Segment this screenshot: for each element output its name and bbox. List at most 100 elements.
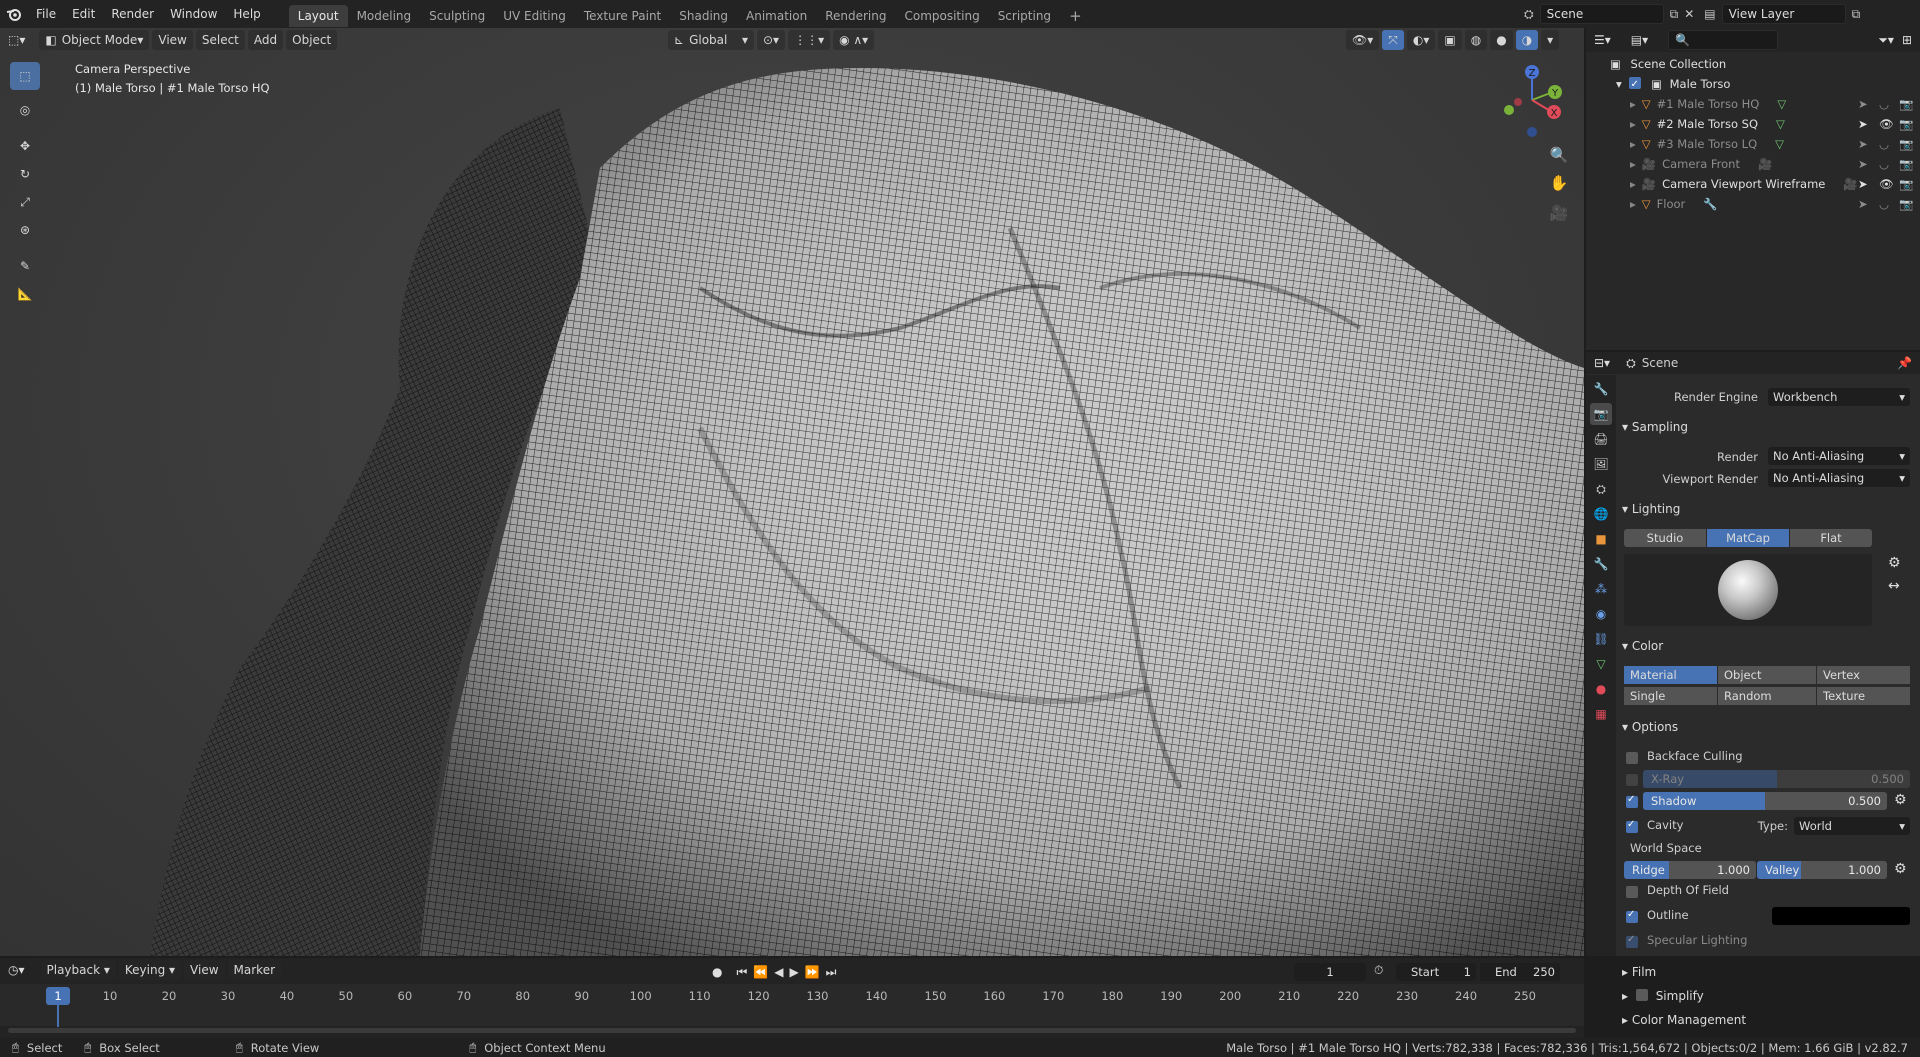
simplify-panel-header[interactable]: ▸ Simplify (1622, 986, 1912, 1006)
cavity-checkbox[interactable] (1626, 819, 1638, 833)
shadow-checkbox[interactable] (1626, 794, 1638, 808)
collection-row-male-torso[interactable]: ▾ ▣ Male Torso (1586, 74, 1920, 95)
collection-checkbox[interactable] (1629, 75, 1642, 95)
timeline-scrollbar[interactable] (8, 1028, 1576, 1033)
properties-editor-icon[interactable]: ⊟▾ (1594, 356, 1610, 370)
outliner-item-row[interactable]: ▸ ▽ Floor 🔧 ➤ ◡ 📷 (1586, 194, 1920, 214)
stopwatch-icon[interactable]: ⏱ (1374, 963, 1383, 978)
jump-start-icon[interactable]: ⏮ (736, 965, 747, 980)
current-frame-field[interactable]: 1 (1294, 963, 1366, 981)
menu-select[interactable]: Select (195, 30, 245, 50)
snap-icon[interactable]: ⋮⋮▾ (788, 30, 831, 50)
lighting-flat-button[interactable]: Flat (1790, 529, 1872, 547)
timeline-editor-icon[interactable]: ◷▾ (8, 963, 25, 977)
menu-render[interactable]: Render (103, 0, 162, 28)
selectable-arrow-icon[interactable]: ➤ (1858, 94, 1868, 114)
color-panel-header[interactable]: ▾ Color (1622, 636, 1912, 656)
jump-end-icon[interactable]: ⏭ (826, 965, 837, 980)
render-camera-icon[interactable]: 📷 (1899, 94, 1913, 114)
tab-animation[interactable]: Animation (737, 5, 816, 27)
tab-compositing[interactable]: Compositing (895, 5, 988, 27)
xray-checkbox[interactable] (1626, 774, 1638, 786)
cursor-tool-icon[interactable]: ◎ (10, 96, 40, 124)
gizmo-neg-y[interactable] (1504, 105, 1514, 115)
material-tab-icon[interactable]: ● (1590, 678, 1612, 700)
visibility-eye-icon[interactable]: ◡ (1879, 154, 1889, 174)
tab-sculpting[interactable]: Sculpting (420, 5, 494, 27)
xray-toggle-icon[interactable]: ▣ (1438, 30, 1462, 50)
outliner-item-row[interactable]: ▸ ▽ #2 Male Torso SQ ▽ ➤ 👁 📷 (1586, 114, 1920, 134)
playhead-frame-badge[interactable]: 1 (46, 987, 70, 1005)
transform-tool-icon[interactable]: ⊛ (10, 216, 40, 244)
modifier-tab-icon[interactable]: 🔧 (1590, 553, 1612, 575)
wireframe-shading-icon[interactable]: ◍ (1464, 30, 1488, 50)
render-tab-icon[interactable]: 📷 (1590, 403, 1612, 425)
color-vertex-button[interactable]: Vertex (1817, 666, 1910, 684)
selectable-arrow-icon[interactable]: ➤ (1858, 134, 1868, 154)
simplify-checkbox[interactable] (1635, 989, 1648, 1001)
selectable-arrow-icon[interactable]: ➤ (1858, 194, 1868, 214)
view-layer-tab-icon[interactable]: 🖼 (1590, 453, 1612, 475)
menu-window[interactable]: Window (162, 0, 225, 28)
navigation-gizmo[interactable]: Z Y X (1496, 62, 1566, 142)
color-object-button[interactable]: Object (1718, 666, 1816, 684)
end-frame-field[interactable]: End 250 (1480, 963, 1560, 981)
solid-shading-icon[interactable]: ● (1490, 30, 1513, 50)
scene-field[interactable]: Scene (1539, 4, 1664, 24)
valley-slider[interactable]: Valley 1.000 (1757, 861, 1887, 879)
keying-menu[interactable]: Keying ▾ (118, 960, 182, 980)
visibility-eye-icon[interactable]: ◡ (1879, 134, 1889, 154)
zoom-icon[interactable]: 🔍 (1546, 146, 1572, 174)
shadow-slider[interactable]: Shadow 0.500 (1643, 792, 1887, 810)
cavity-settings-gear-icon[interactable]: ⚙ (1894, 861, 1907, 877)
expand-arrow-icon[interactable]: ▸ (1630, 117, 1636, 131)
outliner-search-input[interactable]: 🔍 (1668, 30, 1779, 50)
object-mode-dropdown[interactable]: ◧ Object Mode ▾ (39, 30, 150, 50)
start-frame-field[interactable]: Start 1 (1396, 963, 1476, 981)
color-texture-button[interactable]: Texture (1817, 687, 1910, 705)
transform-orientation-dropdown[interactable]: ⊾ Global ▾ (668, 30, 754, 50)
outliner-item-row[interactable]: ▸ 🎥 Camera Front 🎥 ➤ ◡ 📷 (1586, 154, 1920, 174)
film-panel-header[interactable]: ▸ Film (1622, 962, 1912, 982)
menu-add[interactable]: Add (247, 30, 284, 50)
matcap-settings-gear-icon[interactable]: ⚙ (1888, 555, 1901, 571)
menu-view[interactable]: View (152, 30, 193, 50)
object-tab-icon[interactable]: ■ (1590, 528, 1612, 550)
tab-shading[interactable]: Shading (670, 5, 737, 27)
rotate-tool-icon[interactable]: ↻ (10, 160, 40, 188)
pivot-icon[interactable]: ⊙▾ (757, 30, 786, 50)
select-box-tool-icon[interactable]: ⬚ (10, 62, 40, 90)
shadow-settings-gear-icon[interactable]: ⚙ (1894, 792, 1907, 808)
add-workspace-button[interactable]: + (1060, 5, 1091, 27)
collapse-arrow-icon[interactable]: ▾ (1616, 77, 1622, 91)
new-scene-icon[interactable]: ⧉ (1670, 7, 1679, 22)
tab-scripting[interactable]: Scripting (989, 5, 1060, 27)
texture-tab-icon[interactable]: ▦ (1590, 703, 1612, 725)
tab-rendering[interactable]: Rendering (816, 5, 895, 27)
depth-of-field-checkbox[interactable] (1626, 886, 1638, 898)
sampling-render-dropdown[interactable]: No Anti-Aliasing ▾ (1768, 447, 1910, 465)
measure-tool-icon[interactable]: 📐 (10, 280, 40, 308)
color-single-button[interactable]: Single (1624, 687, 1717, 705)
blender-logo-icon[interactable] (0, 0, 28, 28)
selectable-arrow-icon[interactable]: ➤ (1858, 154, 1868, 174)
specular-checkbox[interactable] (1626, 934, 1638, 948)
render-camera-icon[interactable]: 📷 (1899, 134, 1913, 154)
render-camera-icon[interactable]: 📷 (1899, 154, 1913, 174)
gizmo-neg-z[interactable] (1527, 127, 1537, 137)
timeline-view-menu[interactable]: View (184, 960, 225, 980)
xray-slider[interactable]: X-Ray 0.500 (1643, 770, 1910, 788)
play-reverse-icon[interactable]: ◀ (774, 965, 783, 979)
expand-arrow-icon[interactable]: ▸ (1630, 197, 1636, 211)
outliner-editor-icon[interactable]: ☰▾ (1594, 33, 1611, 47)
gizmo-neg-x[interactable] (1514, 98, 1522, 106)
render-engine-dropdown[interactable]: Workbench ▾ (1768, 388, 1910, 406)
playhead-line[interactable] (57, 1005, 59, 1027)
visibility-eye-icon[interactable]: ◡ (1879, 94, 1889, 114)
backface-culling-checkbox[interactable] (1626, 752, 1638, 764)
delete-scene-icon[interactable]: ✕ (1684, 7, 1694, 21)
menu-edit[interactable]: Edit (64, 0, 103, 28)
particles-tab-icon[interactable]: ⁂ (1590, 578, 1612, 600)
new-view-layer-icon[interactable]: ⧉ (1852, 7, 1861, 22)
lighting-matcap-button[interactable]: MatCap (1707, 529, 1789, 547)
